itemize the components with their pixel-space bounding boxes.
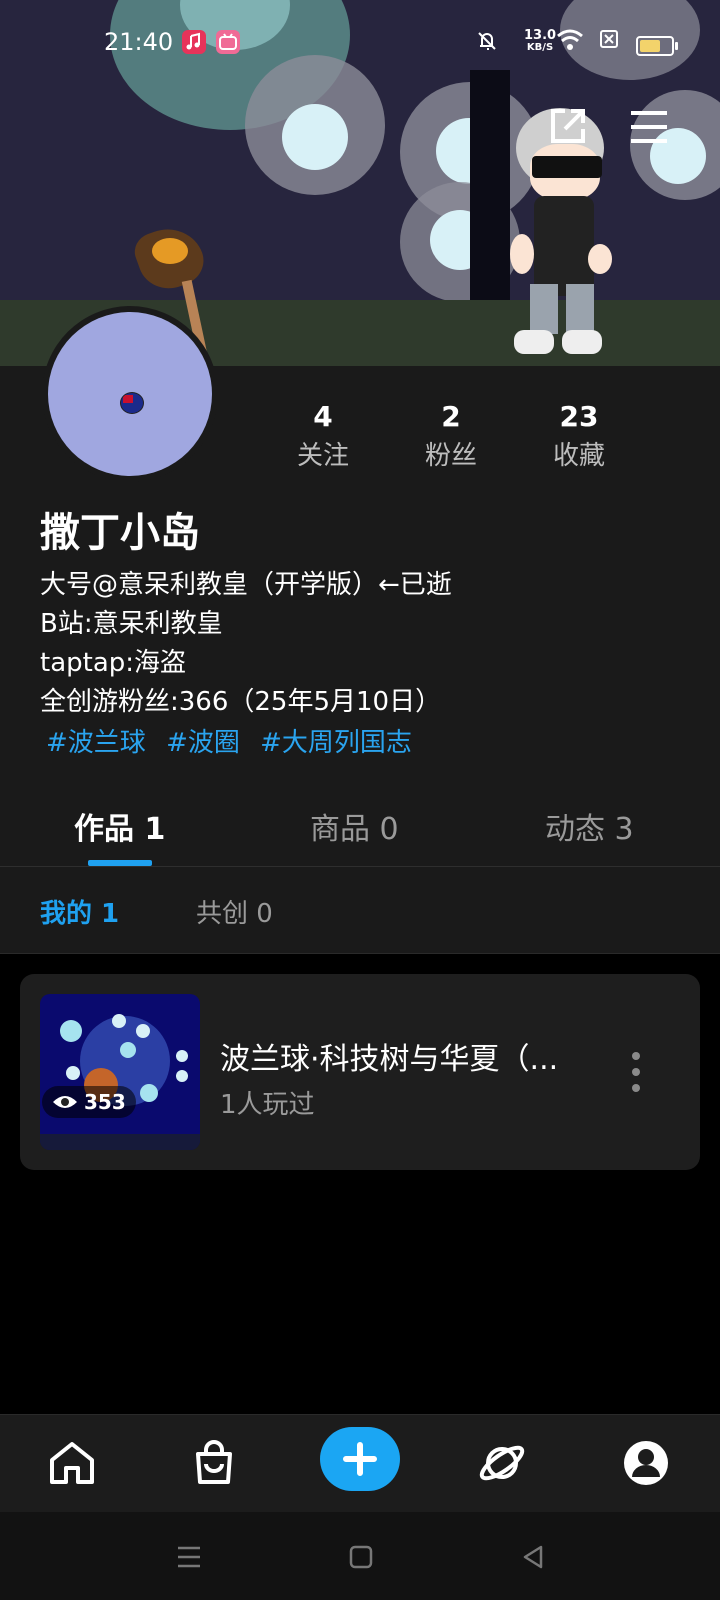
nav-profile[interactable] xyxy=(618,1435,674,1491)
stat-label: 收藏 xyxy=(552,441,605,471)
share-icon xyxy=(551,109,585,143)
no-sim-icon xyxy=(598,28,620,55)
menu-button[interactable] xyxy=(622,100,676,154)
profile-bio: 大号@意呆利教皇（开学版）←已逝 B站:意呆利教皇 taptap:海盗 全创游粉… xyxy=(40,566,452,722)
system-navigation xyxy=(0,1512,720,1600)
profile-name: 撒丁小岛 xyxy=(40,510,200,556)
subtab-mine[interactable]: 我的 1 xyxy=(40,893,119,930)
stat-following[interactable]: 4 关注 xyxy=(268,400,378,472)
bio-line: 大号@意呆利教皇（开学版）←已逝 xyxy=(40,570,452,600)
share-button[interactable] xyxy=(540,100,594,154)
profile-icon xyxy=(624,1441,668,1485)
mute-vibrate-icon xyxy=(474,28,500,59)
bilibili-app-icon xyxy=(216,30,240,54)
avatar[interactable] xyxy=(42,306,218,482)
tab-works[interactable]: 作品 1 xyxy=(74,804,165,848)
tab-products[interactable]: 商品 0 xyxy=(310,804,399,848)
work-title: 波兰球·科技树与华夏（... xyxy=(220,1042,559,1077)
wifi-icon xyxy=(556,28,584,57)
planet-icon xyxy=(479,1445,525,1481)
back-system-button[interactable] xyxy=(518,1542,548,1572)
shop-icon xyxy=(196,1440,232,1484)
battery-icon xyxy=(636,36,678,56)
status-time: 21:40 xyxy=(104,28,174,56)
tab-posts[interactable]: 动态 3 xyxy=(545,804,634,848)
tag-link[interactable]: #波圈 xyxy=(166,728,240,758)
bio-line: B站:意呆利教皇 xyxy=(40,609,223,639)
works-list: 353 波兰球·科技树与华夏（... 1人玩过 xyxy=(0,954,720,1414)
stat-value: 4 xyxy=(313,400,333,433)
subtab-cocreate[interactable]: 共创 0 xyxy=(196,893,273,930)
tag-link[interactable]: #大周列国志 xyxy=(260,728,412,758)
content-tabs: 作品 1 商品 0 动态 3 xyxy=(0,786,720,867)
recent-apps-button[interactable] xyxy=(174,1542,204,1572)
view-count: 353 xyxy=(42,1086,136,1118)
work-card[interactable]: 353 波兰球·科技树与华夏（... 1人玩过 xyxy=(20,974,700,1170)
home-icon xyxy=(50,1442,94,1484)
profile-tags: #波兰球 #波圈 #大周列国志 xyxy=(46,722,424,759)
stat-label: 关注 xyxy=(296,441,349,471)
recents-icon xyxy=(178,1546,200,1568)
more-options-button[interactable] xyxy=(626,1052,646,1098)
stat-label: 粉丝 xyxy=(424,441,477,471)
menu-icon xyxy=(631,111,667,143)
eye-icon xyxy=(53,1096,77,1108)
nav-discover[interactable] xyxy=(474,1435,530,1491)
add-icon xyxy=(343,1442,377,1476)
stat-value: 23 xyxy=(559,400,599,433)
bio-line: 全创游粉丝:366（25年5月10日） xyxy=(40,687,442,717)
stat-fans[interactable]: 2 粉丝 xyxy=(396,400,506,472)
countryball-icon xyxy=(120,392,144,414)
works-subtabs: 我的 1 共创 0 xyxy=(0,867,720,954)
stat-value: 2 xyxy=(441,400,461,433)
back-triangle-icon xyxy=(523,1545,543,1569)
work-thumbnail xyxy=(40,994,200,1150)
status-bar: 21:40 13.0 KB/S xyxy=(0,0,720,90)
nav-home[interactable] xyxy=(44,1435,100,1491)
bottom-navigation xyxy=(0,1414,720,1513)
view-count-value: 353 xyxy=(84,1090,126,1114)
tag-link[interactable]: #波兰球 xyxy=(46,728,146,758)
work-played: 1人玩过 xyxy=(220,1090,315,1120)
tab-indicator xyxy=(88,860,152,866)
square-icon xyxy=(349,1545,373,1569)
home-system-button[interactable] xyxy=(346,1542,376,1572)
music-app-icon xyxy=(182,30,206,54)
nav-shop[interactable] xyxy=(186,1435,242,1491)
bio-line: taptap:海盗 xyxy=(40,648,187,678)
net-speed: 13.0 KB/S xyxy=(524,28,557,53)
nav-add-button[interactable] xyxy=(320,1427,400,1491)
stat-favorites[interactable]: 23 收藏 xyxy=(524,400,634,472)
